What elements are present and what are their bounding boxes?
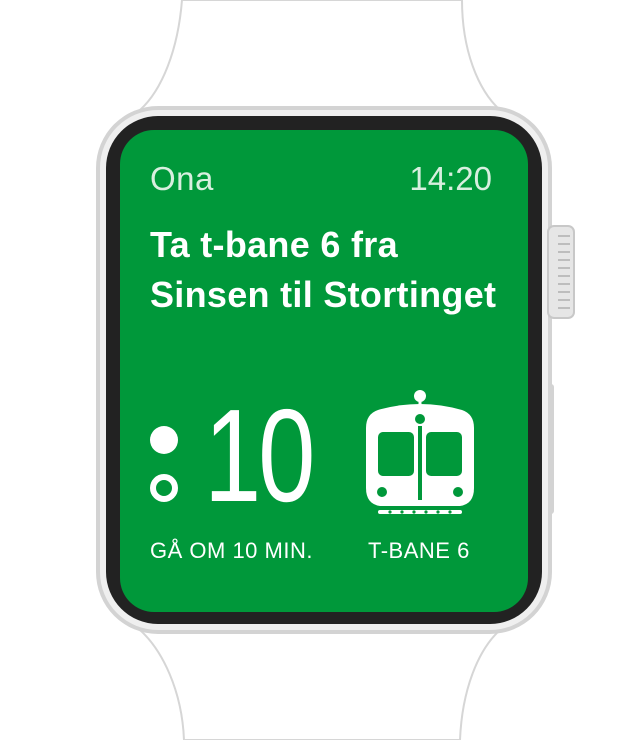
departure-colon-icon [150,426,178,502]
departure-minutes: 10 [204,382,315,529]
trip-instruction-title: Ta t-bane 6 fra Sinsen til Stortinget [150,224,497,315]
watch-screen: Ona 14:20 Ta t-bane 6 fra Sinsen til Sto… [120,130,528,612]
watch-strap-top [137,0,503,111]
digital-crown[interactable] [547,225,575,319]
app-name: Ona [150,160,214,197]
departure-caption: GÅ OM 10 MIN. [150,538,313,563]
side-button[interactable] [548,384,554,514]
clock-time: 14:20 [409,160,492,197]
watch-strap-bottom [137,629,503,740]
metro-train-icon [366,390,474,514]
transport-label: T-BANE 6 [368,538,470,563]
